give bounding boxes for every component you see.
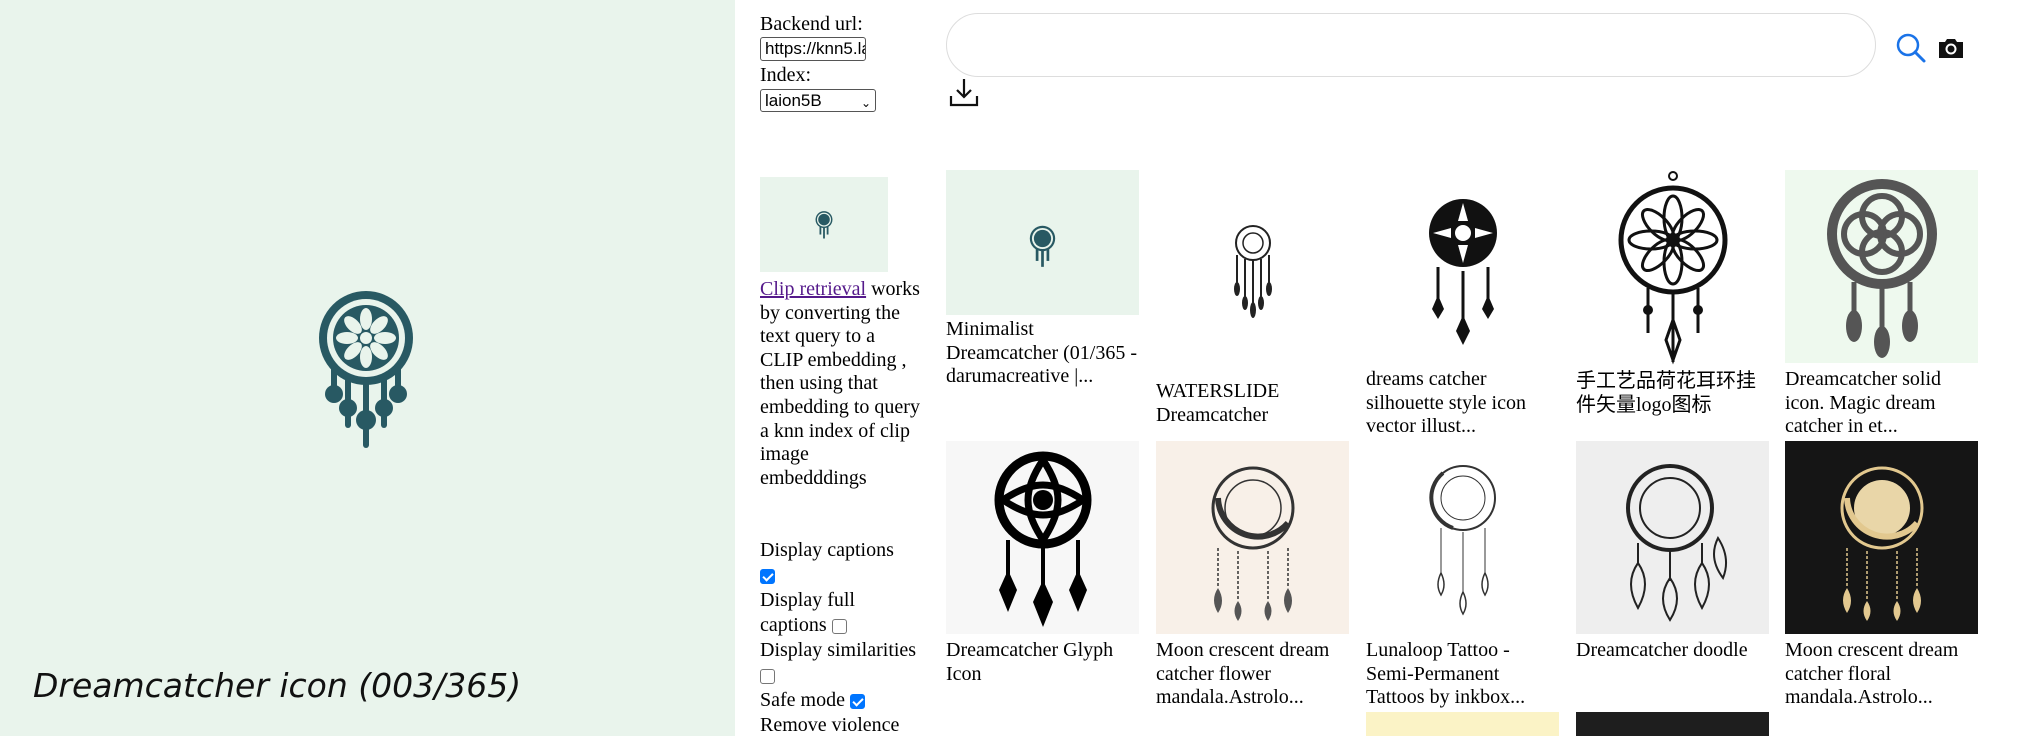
result-caption: Minimalist Dreamcatcher (01/365 - daruma… bbox=[946, 318, 1138, 387]
result-caption: Dreamcatcher Glyph Icon bbox=[946, 639, 1114, 685]
result-caption: 手工艺品荷花耳环挂件矢量logo图标 bbox=[1576, 370, 1756, 416]
index-label: Index: bbox=[760, 64, 812, 86]
result-caption: Dreamcatcher doodle bbox=[1576, 639, 1748, 661]
result-caption: Dreamcatcher solid icon. Magic dream cat… bbox=[1785, 368, 1942, 437]
result-image[interactable] bbox=[946, 170, 1139, 315]
options-panel: Display captions Display full captions D… bbox=[760, 538, 920, 738]
dreamcatcher-icon bbox=[1428, 199, 1497, 345]
dreamcatcher-icon bbox=[815, 210, 833, 238]
result-image[interactable] bbox=[946, 441, 1139, 634]
result-image[interactable] bbox=[1156, 170, 1349, 370]
display-captions-checkbox[interactable] bbox=[760, 568, 775, 584]
option-safe-mode: Safe mode bbox=[760, 688, 920, 713]
dreamcatcher-icon bbox=[1826, 179, 1937, 358]
download-icon[interactable] bbox=[948, 76, 980, 108]
dreamcatcher-icon bbox=[1211, 466, 1294, 621]
result-image[interactable] bbox=[1576, 441, 1769, 634]
option-remove-violence: Remove violence bbox=[760, 714, 900, 736]
display-similarities-checkbox[interactable] bbox=[760, 668, 775, 684]
chevron-down-icon: ⌄ bbox=[860, 96, 871, 110]
result-image[interactable] bbox=[1785, 170, 1978, 363]
clip-retrieval-link[interactable]: Clip retrieval bbox=[760, 278, 866, 300]
search-icon[interactable] bbox=[1895, 32, 1927, 64]
result-image[interactable] bbox=[1366, 441, 1559, 634]
result-caption: Lunaloop Tattoo - Semi-Permanent Tattoos… bbox=[1366, 639, 1526, 708]
display-full-captions-checkbox[interactable] bbox=[831, 618, 847, 634]
info-description: works by converting the text query to a … bbox=[760, 278, 920, 489]
option-display-full-captions: Display full captions bbox=[760, 589, 855, 636]
result-image[interactable] bbox=[1576, 170, 1769, 368]
option-display-captions: Display captions bbox=[760, 538, 920, 588]
results-panel: Backend url: https://knn5.la Index: laio… bbox=[735, 0, 2017, 736]
query-image-caption: Dreamcatcher icon (003/365) bbox=[33, 666, 522, 705]
result-tile[interactable] bbox=[1835, 712, 2017, 736]
dreamcatcher-icon bbox=[1840, 466, 1923, 621]
dreamcatcher-icon bbox=[1625, 463, 1727, 622]
result-image[interactable] bbox=[1576, 712, 1769, 736]
query-thumbnail bbox=[760, 177, 888, 272]
search-input[interactable] bbox=[946, 13, 1876, 77]
camera-icon[interactable] bbox=[1937, 36, 1965, 60]
dreamcatcher-icon bbox=[319, 291, 413, 448]
index-select[interactable]: laion5B ⌄ bbox=[760, 89, 876, 112]
info-text: Clip retrieval works by converting the t… bbox=[760, 278, 920, 490]
result-caption: Moon crescent dream catcher floral manda… bbox=[1785, 639, 1959, 708]
safe-mode-checkbox[interactable] bbox=[849, 693, 865, 709]
result-image[interactable] bbox=[1156, 441, 1349, 634]
dreamcatcher-icon bbox=[994, 451, 1091, 627]
dreamcatcher-icon bbox=[1233, 225, 1272, 318]
dreamcatcher-icon bbox=[1428, 464, 1496, 615]
result-image[interactable] bbox=[1785, 441, 1978, 634]
result-image[interactable] bbox=[1366, 712, 1559, 736]
backend-url-label: Backend url: bbox=[760, 13, 863, 35]
result-caption: Moon crescent dream catcher flower manda… bbox=[1156, 639, 1330, 708]
backend-url-input[interactable]: https://knn5.la bbox=[760, 37, 866, 61]
dreamcatcher-icon bbox=[1618, 171, 1727, 365]
result-image[interactable] bbox=[1366, 170, 1559, 370]
option-display-similarities: Display similarities bbox=[760, 638, 920, 688]
result-caption: WATERSLIDE Dreamcatcher bbox=[1156, 380, 1280, 426]
dreamcatcher-icon bbox=[946, 170, 1139, 315]
result-caption: dreams catcher silhouette style icon vec… bbox=[1366, 368, 1526, 437]
index-select-value: laion5B bbox=[765, 91, 822, 110]
query-image-panel: Dreamcatcher icon (003/365) bbox=[0, 0, 735, 736]
